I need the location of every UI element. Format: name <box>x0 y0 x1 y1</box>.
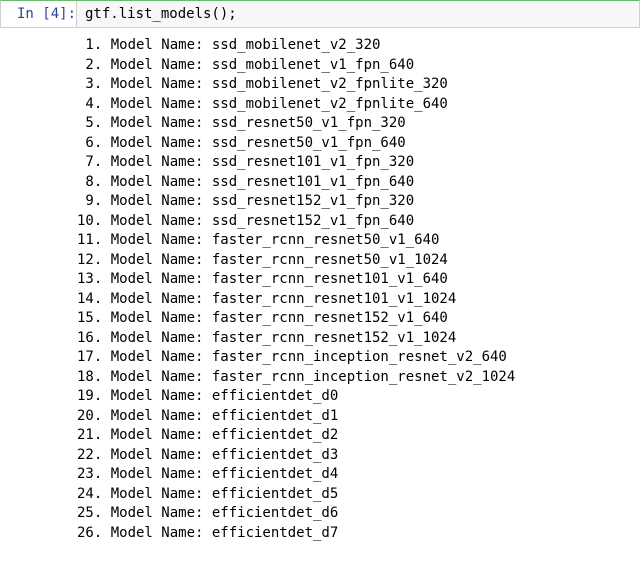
output-line: 5. Model Name: ssd_resnet50_v1_fpn_320 <box>77 114 632 134</box>
output-prompt-spacer <box>0 32 75 547</box>
output-line: 21. Model Name: efficientdet_d2 <box>77 426 632 446</box>
output-line: 19. Model Name: efficientdet_d0 <box>77 387 632 407</box>
output-line: 7. Model Name: ssd_resnet101_v1_fpn_320 <box>77 153 632 173</box>
output-line: 15. Model Name: faster_rcnn_resnet152_v1… <box>77 309 632 329</box>
output-line: 11. Model Name: faster_rcnn_resnet50_v1_… <box>77 231 632 251</box>
output-line: 14. Model Name: faster_rcnn_resnet101_v1… <box>77 290 632 310</box>
prompt-number: 4 <box>51 6 59 22</box>
output-line: 2. Model Name: ssd_mobilenet_v1_fpn_640 <box>77 56 632 76</box>
output-line: 3. Model Name: ssd_mobilenet_v2_fpnlite_… <box>77 75 632 95</box>
output-line: 16. Model Name: faster_rcnn_resnet152_v1… <box>77 329 632 349</box>
output-line: 24. Model Name: efficientdet_d5 <box>77 485 632 505</box>
prompt-suffix: ]: <box>59 6 76 22</box>
output-line: 25. Model Name: efficientdet_d6 <box>77 504 632 524</box>
output-line: 6. Model Name: ssd_resnet50_v1_fpn_640 <box>77 134 632 154</box>
code-input[interactable]: gtf.list_models(); <box>76 1 639 27</box>
input-prompt: In [4]: <box>1 1 76 27</box>
output-line: 26. Model Name: efficientdet_d7 <box>77 524 632 544</box>
output-line: 18. Model Name: faster_rcnn_inception_re… <box>77 368 632 388</box>
output-line: 22. Model Name: efficientdet_d3 <box>77 446 632 466</box>
output-line: 10. Model Name: ssd_resnet152_v1_fpn_640 <box>77 212 632 232</box>
output-line: 8. Model Name: ssd_resnet101_v1_fpn_640 <box>77 173 632 193</box>
output-area: 1. Model Name: ssd_mobilenet_v2_320 2. M… <box>75 32 640 547</box>
output-line: 13. Model Name: faster_rcnn_resnet101_v1… <box>77 270 632 290</box>
output-line: 17. Model Name: faster_rcnn_inception_re… <box>77 348 632 368</box>
output-block: 1. Model Name: ssd_mobilenet_v2_320 2. M… <box>0 32 640 547</box>
output-line: 4. Model Name: ssd_mobilenet_v2_fpnlite_… <box>77 95 632 115</box>
output-line: 9. Model Name: ssd_resnet152_v1_fpn_320 <box>77 192 632 212</box>
output-line: 12. Model Name: faster_rcnn_resnet50_v1_… <box>77 251 632 271</box>
prompt-prefix: In [ <box>17 6 51 22</box>
output-line: 1. Model Name: ssd_mobilenet_v2_320 <box>77 36 632 56</box>
code-cell: In [4]: gtf.list_models(); <box>0 0 640 28</box>
output-line: 23. Model Name: efficientdet_d4 <box>77 465 632 485</box>
output-line: 20. Model Name: efficientdet_d1 <box>77 407 632 427</box>
